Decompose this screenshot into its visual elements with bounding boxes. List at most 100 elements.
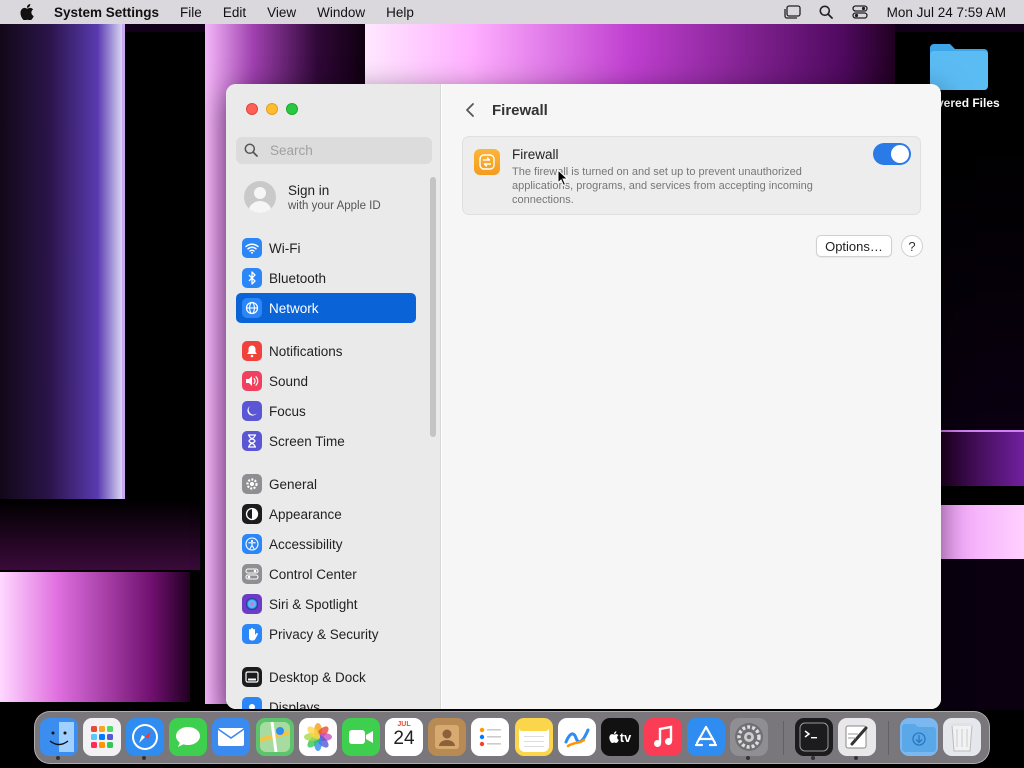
contacts-icon[interactable] xyxy=(428,718,466,756)
app-store-icon[interactable] xyxy=(687,718,725,756)
menu-bar: System Settings File Edit View Window He… xyxy=(0,0,1024,24)
wifi-icon xyxy=(242,238,262,258)
sidebar-item-desktop-dock[interactable]: Desktop & Dock xyxy=(236,662,416,692)
signin-subtitle: with your Apple ID xyxy=(288,199,381,212)
folder-icon xyxy=(928,40,988,90)
system-settings-window: Search Sign in with your Apple ID Wi-Fi B… xyxy=(226,84,941,709)
sidebar-item-siri-spotlight[interactable]: Siri & Spotlight xyxy=(236,589,416,619)
running-app-indicator xyxy=(142,756,146,760)
options-button[interactable]: Options… xyxy=(816,235,892,257)
maps-icon[interactable] xyxy=(256,718,294,756)
firewall-title: Firewall xyxy=(512,147,559,162)
launchpad-icon[interactable] xyxy=(83,718,121,756)
apple-menu-icon[interactable] xyxy=(18,3,36,21)
sidebar-item-accessibility[interactable]: Accessibility xyxy=(236,529,416,559)
running-app-indicator xyxy=(746,756,750,760)
messages-icon[interactable] xyxy=(169,718,207,756)
sidebar-item-screen-time[interactable]: Screen Time xyxy=(236,426,416,456)
search-input[interactable]: Search xyxy=(236,137,432,164)
notes-icon[interactable] xyxy=(515,718,553,756)
minimize-window-button[interactable] xyxy=(266,103,278,115)
script-editor-icon[interactable] xyxy=(838,718,876,756)
edit-menu[interactable]: Edit xyxy=(223,5,246,20)
help-menu[interactable]: Help xyxy=(386,5,414,20)
sidebar-item-label: General xyxy=(269,476,318,492)
music-icon[interactable] xyxy=(644,718,682,756)
reminders-icon[interactable] xyxy=(471,718,509,756)
calendar-month: JUL xyxy=(397,721,411,728)
mail-icon[interactable] xyxy=(212,718,250,756)
window-menu[interactable]: Window xyxy=(317,5,365,20)
sidebar-item-appearance[interactable]: Appearance xyxy=(236,499,416,529)
sidebar-item-label: Bluetooth xyxy=(269,270,327,286)
hourglass-icon xyxy=(242,431,262,451)
sidebar-item-bluetooth[interactable]: Bluetooth xyxy=(236,263,416,293)
bell-icon xyxy=(242,341,262,361)
sidebar-item-label: Desktop & Dock xyxy=(269,669,366,685)
firewall-card: Firewall The firewall is turned on and s… xyxy=(462,136,921,215)
photos-icon[interactable] xyxy=(299,718,337,756)
sidebar-item-sound[interactable]: Sound xyxy=(236,366,416,396)
sidebar-item-label: Network xyxy=(269,300,319,316)
safari-icon[interactable] xyxy=(126,718,164,756)
menubar-clock[interactable]: Mon Jul 24 7:59 AM xyxy=(887,5,1006,20)
stage-manager-icon[interactable] xyxy=(775,5,809,19)
sidebar-item-label: Screen Time xyxy=(269,433,345,449)
firewall-pane: Firewall Firewall The firewall is turned… xyxy=(442,84,941,709)
file-menu[interactable]: File xyxy=(180,5,202,20)
back-button[interactable] xyxy=(462,100,478,120)
sidebar-item-wi-fi[interactable]: Wi-Fi xyxy=(236,233,416,263)
gear-icon xyxy=(242,474,262,494)
firewall-toggle[interactable] xyxy=(873,143,911,165)
apple-tv-icon[interactable]: tv xyxy=(601,718,639,756)
sidebar-item-notifications[interactable]: Notifications xyxy=(236,336,416,366)
sun-icon xyxy=(242,697,262,709)
downloads-folder-icon[interactable] xyxy=(900,718,938,756)
sidebar-scrollbar[interactable] xyxy=(430,177,436,437)
appearance-icon xyxy=(242,504,262,524)
sidebar-item-label: Displays xyxy=(269,699,321,710)
sidebar-item-label: Wi-Fi xyxy=(269,240,301,256)
sidebar-item-label: Privacy & Security xyxy=(269,626,379,642)
control-center-menubar-icon[interactable] xyxy=(843,5,877,19)
sidebar-item-focus[interactable]: Focus xyxy=(236,396,416,426)
dock-separator xyxy=(888,721,889,755)
app-menu[interactable]: System Settings xyxy=(54,5,159,20)
system-settings-icon[interactable] xyxy=(730,718,768,756)
tv-label: tv xyxy=(619,729,632,745)
mouse-cursor-icon xyxy=(557,168,569,187)
control-center-icon xyxy=(242,564,262,584)
help-button[interactable]: ? xyxy=(901,235,923,257)
search-icon xyxy=(244,143,260,159)
sidebar-item-label: Control Center xyxy=(269,566,357,582)
sidebar-item-displays[interactable]: Displays xyxy=(236,692,416,709)
terminal-icon[interactable] xyxy=(795,718,833,756)
freeform-icon[interactable] xyxy=(558,718,596,756)
dock-icon xyxy=(242,667,262,687)
signin-title: Sign in xyxy=(288,182,330,198)
accessibility-icon xyxy=(242,534,262,554)
trash-icon[interactable] xyxy=(943,718,981,756)
running-app-indicator xyxy=(811,756,815,760)
siri-icon xyxy=(242,594,262,614)
facetime-icon[interactable] xyxy=(342,718,380,756)
sidebar-item-label: Accessibility xyxy=(269,536,343,552)
finder-icon[interactable] xyxy=(40,718,78,756)
globe-icon xyxy=(242,298,262,318)
sidebar-item-label: Siri & Spotlight xyxy=(269,596,358,612)
sidebar-item-label: Focus xyxy=(269,403,306,419)
calendar-icon[interactable]: JUL 24 xyxy=(385,718,423,756)
sidebar-item-network[interactable]: Network xyxy=(236,293,416,323)
sidebar: Search Sign in with your Apple ID Wi-Fi B… xyxy=(226,84,441,709)
close-window-button[interactable] xyxy=(246,103,258,115)
page-title: Firewall xyxy=(492,101,548,119)
spotlight-search-icon[interactable] xyxy=(809,5,843,19)
sidebar-item-privacy-security[interactable]: Privacy & Security xyxy=(236,619,416,649)
sidebar-item-general[interactable]: General xyxy=(236,469,416,499)
apple-id-signin[interactable]: Sign in with your Apple ID xyxy=(244,181,381,213)
zoom-window-button[interactable] xyxy=(286,103,298,115)
view-menu[interactable]: View xyxy=(267,5,296,20)
apple-logo xyxy=(609,731,619,743)
sidebar-item-control-center[interactable]: Control Center xyxy=(236,559,416,589)
hand-icon xyxy=(242,624,262,644)
